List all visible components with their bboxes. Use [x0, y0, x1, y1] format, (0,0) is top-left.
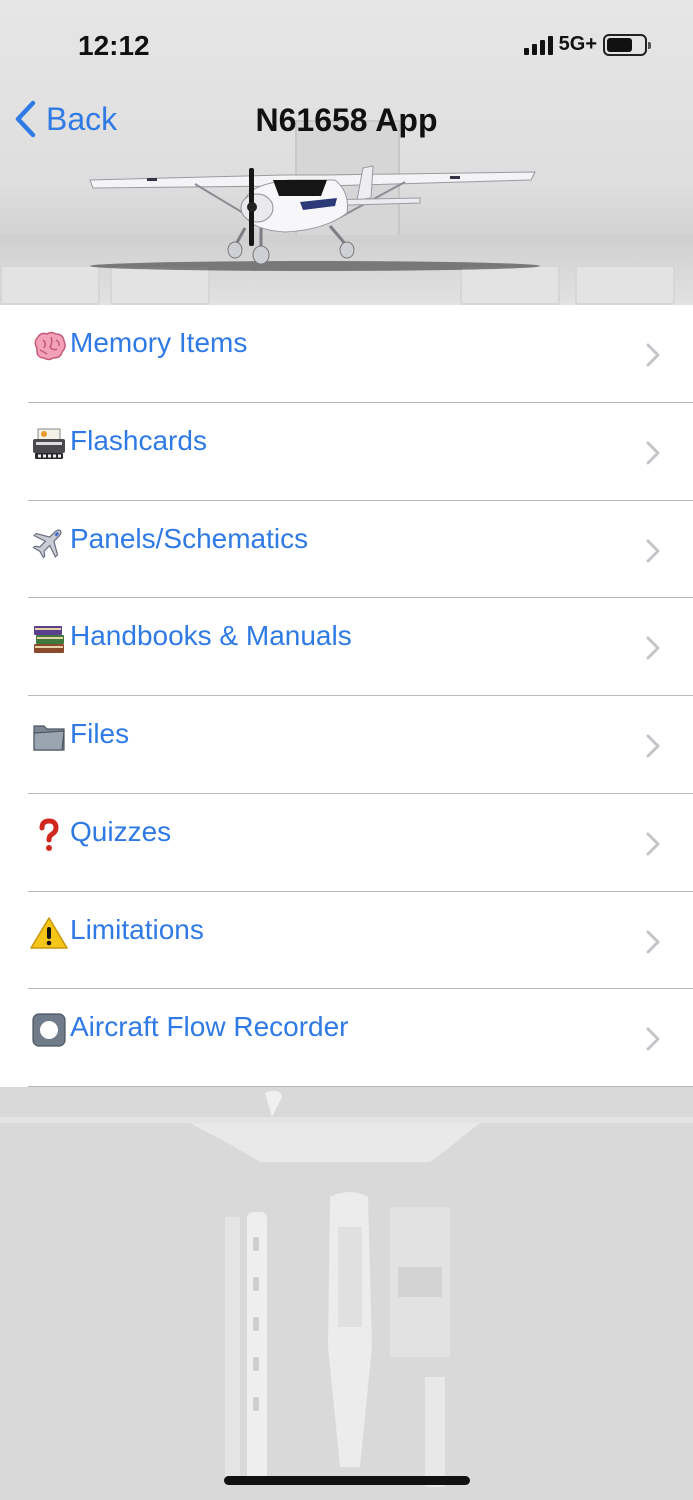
chevron-right-icon [646, 539, 660, 562]
record-button-icon [30, 1011, 68, 1049]
navigation-bar: Back N61658 App [0, 92, 693, 152]
chevron-right-icon [646, 343, 660, 367]
page-title: N61658 App [255, 102, 438, 138]
signal-strength-icon [523, 35, 553, 55]
menu-item-flashcards[interactable]: Flashcards [0, 403, 693, 501]
menu-item-limitations[interactable]: Limitations [0, 892, 693, 990]
menu-item-memory-items[interactable]: Memory Items [0, 305, 693, 403]
warning-icon [30, 914, 68, 952]
menu-item-label: Files [70, 718, 130, 749]
status-time: 12:12 [78, 30, 150, 61]
network-type: 5G+ [558, 33, 597, 55]
chevron-right-icon [646, 734, 660, 758]
flashcards-icon [30, 425, 68, 463]
menu-item-quizzes[interactable]: Quizzes [0, 794, 693, 892]
menu-item-label: Aircraft Flow Recorder [70, 1011, 349, 1043]
cockpit-illustration [0, 1087, 693, 1500]
folder-icon [30, 718, 68, 756]
chevron-right-icon [646, 1027, 660, 1051]
menu-item-label: Panels/Schematics [70, 522, 309, 554]
cockpit-background [0, 1087, 693, 1500]
status-indicators: 5G+ [523, 33, 651, 56]
menu-item-handbooks-manuals[interactable]: Handbooks & Manuals [0, 598, 693, 696]
chevron-right-icon [646, 930, 660, 953]
menu-item-label: Limitations [70, 913, 204, 945]
airplane-icon [30, 523, 68, 561]
battery-icon [603, 33, 651, 56]
menu-item-label: Handbooks & Manuals [70, 620, 352, 652]
chevron-right-icon [646, 441, 660, 465]
chevron-right-icon [646, 832, 660, 856]
menu-item-label: Memory Items [70, 327, 248, 358]
menu-item-panels-schematics[interactable]: Panels/Schematics [0, 501, 693, 599]
books-icon [30, 620, 68, 658]
menu-item-label: Flashcards [70, 424, 207, 456]
menu-item-aircraft-flow-recorder[interactable]: Aircraft Flow Recorder [0, 989, 693, 1087]
menu-item-files[interactable]: Files [0, 696, 693, 794]
brain-icon [30, 327, 68, 365]
home-indicator[interactable] [224, 1476, 470, 1485]
menu-item-label: Quizzes [70, 815, 172, 847]
airplane-illustration [89, 165, 540, 271]
question-mark-icon [30, 816, 68, 854]
chevron-right-icon [646, 636, 660, 660]
status-bar: 12:12 5G+ [0, 0, 693, 92]
menu-list: Memory Items Flashcards Panels/Schematic… [0, 305, 693, 1087]
